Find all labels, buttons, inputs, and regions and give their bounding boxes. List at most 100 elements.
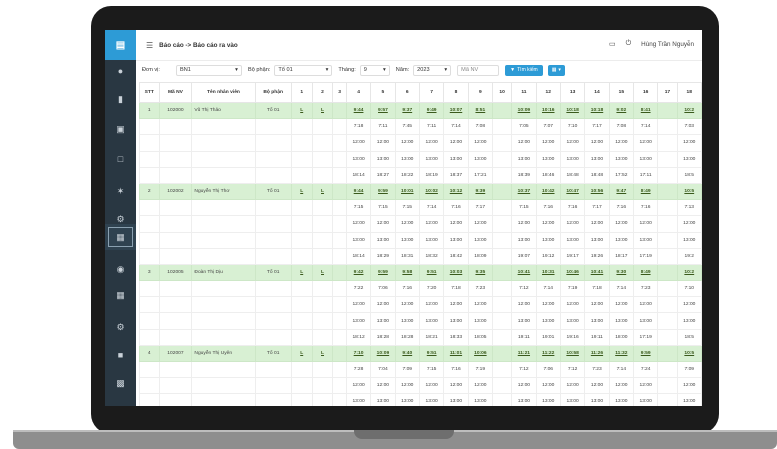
- time-cell[interactable]: 9:51: [418, 344, 445, 363]
- employee-row[interactable]: 1 102000 Vũ Thị Thảo Tổ 01 L L 9:44 9:57 9:37 9:4…: [139, 101, 702, 120]
- document-icon[interactable]: ▣: [105, 118, 136, 140]
- time-cell[interactable]: 9:39: [467, 182, 494, 201]
- time-cell[interactable]: 10:46: [559, 263, 586, 282]
- time-cell[interactable]: 11:22: [535, 344, 561, 363]
- time-cell[interactable]: 10:09: [370, 344, 396, 363]
- book-icon[interactable]: ■: [105, 344, 136, 366]
- employee-row[interactable]: 2 102002 Nguyễn Thị Thơ Tổ 01 L L 9:44 9:59 10:0…: [139, 182, 702, 201]
- staff-id-input[interactable]: Mã NV: [457, 64, 500, 76]
- grid-icon[interactable]: ▦: [105, 284, 136, 306]
- time-cell[interactable]: 10:02: [418, 182, 445, 201]
- time-cell[interactable]: 10:47: [559, 182, 586, 201]
- chart-icon[interactable]: ▤: [105, 30, 136, 60]
- time-cell[interactable]: [492, 182, 513, 201]
- time-cell[interactable]: [657, 101, 678, 120]
- time-cell[interactable]: 8:49: [632, 182, 659, 201]
- menu-icon[interactable]: ☰: [146, 41, 153, 50]
- time-cell[interactable]: 10:5: [676, 344, 702, 363]
- column-header[interactable]: 12: [535, 82, 561, 103]
- time-cell[interactable]: [657, 182, 678, 201]
- time-cell[interactable]: 9:59: [370, 182, 396, 201]
- time-cell[interactable]: 10:42: [535, 182, 561, 201]
- user-icon[interactable]: ●: [105, 60, 136, 82]
- time-cell[interactable]: 9:58: [394, 263, 420, 282]
- time-cell[interactable]: 9:42: [345, 263, 372, 282]
- column-header[interactable]: 17: [657, 82, 678, 103]
- time-cell[interactable]: 10:01: [394, 182, 420, 201]
- settings-icon[interactable]: ✶: [105, 180, 136, 202]
- column-header[interactable]: 7: [418, 82, 445, 103]
- column-header[interactable]: 2: [311, 82, 334, 103]
- time-cell[interactable]: 10:12: [443, 182, 469, 201]
- time-cell[interactable]: 9:35: [467, 263, 494, 282]
- time-cell[interactable]: 10:41: [511, 263, 537, 282]
- user-name[interactable]: Hùng Trần Nguyễn: [641, 41, 694, 48]
- unit-select[interactable]: BN1 ▾: [175, 64, 242, 76]
- column-toggle-button[interactable]: ▦ ▾: [547, 64, 565, 76]
- time-cell[interactable]: 11:21: [511, 344, 537, 363]
- search-button[interactable]: ▼ Tìm kiếm: [505, 64, 543, 76]
- column-header[interactable]: 14: [584, 82, 610, 103]
- time-cell[interactable]: 10:41: [584, 263, 610, 282]
- dept-select[interactable]: Tổ 01 ▾: [274, 64, 333, 76]
- time-cell[interactable]: 10:58: [559, 344, 586, 363]
- globe-icon[interactable]: ◉: [105, 258, 136, 280]
- time-cell[interactable]: 11:26: [584, 344, 610, 363]
- year-select[interactable]: 2023 ▾: [413, 64, 452, 76]
- column-header[interactable]: Bộ phận: [254, 82, 292, 103]
- time-cell[interactable]: [657, 344, 678, 363]
- time-cell[interactable]: 10:18: [559, 101, 586, 120]
- column-header[interactable]: 6: [394, 82, 420, 103]
- column-header[interactable]: 9: [467, 82, 494, 103]
- screen-icon[interactable]: ▩: [105, 372, 136, 394]
- time-cell[interactable]: 10:37: [511, 182, 537, 201]
- time-cell[interactable]: 8:41: [632, 101, 659, 120]
- column-header[interactable]: Mã NV: [158, 82, 193, 103]
- employee-row[interactable]: 4 102007 Nguyễn Thị Uyên Tổ 01 L L 7:10 10:09 9:…: [139, 344, 702, 363]
- time-cell[interactable]: 9:49: [418, 101, 445, 120]
- column-header[interactable]: 3: [332, 82, 347, 103]
- time-cell[interactable]: 9:51: [418, 263, 445, 282]
- time-cell[interactable]: 10:09: [511, 101, 537, 120]
- time-cell[interactable]: 10:07: [443, 101, 469, 120]
- time-cell[interactable]: [492, 101, 513, 120]
- column-header[interactable]: 16: [632, 82, 659, 103]
- time-cell[interactable]: 10:31: [535, 263, 561, 282]
- column-header[interactable]: Tên nhân viên: [191, 82, 256, 103]
- month-select[interactable]: 9 ▾: [359, 64, 390, 76]
- time-cell[interactable]: 9:30: [608, 263, 635, 282]
- time-cell[interactable]: 9:40: [394, 344, 420, 363]
- time-cell[interactable]: 8:51: [467, 101, 494, 120]
- time-cell[interactable]: 7:10: [345, 344, 372, 363]
- time-cell[interactable]: [492, 344, 513, 363]
- time-cell[interactable]: 10:06: [467, 344, 494, 363]
- time-cell[interactable]: [492, 263, 513, 282]
- table-icon[interactable]: ▦: [105, 224, 136, 250]
- column-header[interactable]: STT: [139, 82, 160, 103]
- time-cell[interactable]: 9:37: [394, 101, 420, 120]
- column-header[interactable]: 8: [443, 82, 469, 103]
- time-cell[interactable]: 10:2: [676, 263, 702, 282]
- power-icon[interactable]: ⏻: [626, 40, 632, 48]
- time-cell[interactable]: 8:49: [632, 263, 659, 282]
- time-cell[interactable]: 9:02: [608, 101, 635, 120]
- bar-chart-icon[interactable]: ▮: [105, 88, 136, 110]
- time-cell[interactable]: 10:56: [584, 182, 610, 201]
- column-header[interactable]: 1: [290, 82, 313, 103]
- column-header[interactable]: 10: [492, 82, 513, 103]
- time-cell[interactable]: 9:44: [345, 182, 372, 201]
- time-cell[interactable]: 11:01: [443, 344, 469, 363]
- column-header[interactable]: 5: [370, 82, 396, 103]
- column-header[interactable]: 4: [345, 82, 372, 103]
- time-cell[interactable]: 9:47: [608, 182, 635, 201]
- column-header[interactable]: 13: [559, 82, 586, 103]
- file-icon[interactable]: □: [105, 148, 136, 170]
- time-cell[interactable]: 10:03: [443, 263, 469, 282]
- time-cell[interactable]: 10:2: [676, 101, 702, 120]
- employee-row[interactable]: 3 102005 Đoàn Thị Dịu Tổ 01 L L 9:42 9:59 9:58 9:…: [139, 263, 702, 282]
- gears-icon[interactable]: ⚙: [105, 316, 136, 338]
- time-cell[interactable]: 10:5: [676, 182, 702, 201]
- time-cell[interactable]: 9:59: [632, 344, 659, 363]
- time-cell[interactable]: 10:16: [535, 101, 561, 120]
- time-cell[interactable]: 9:57: [370, 101, 396, 120]
